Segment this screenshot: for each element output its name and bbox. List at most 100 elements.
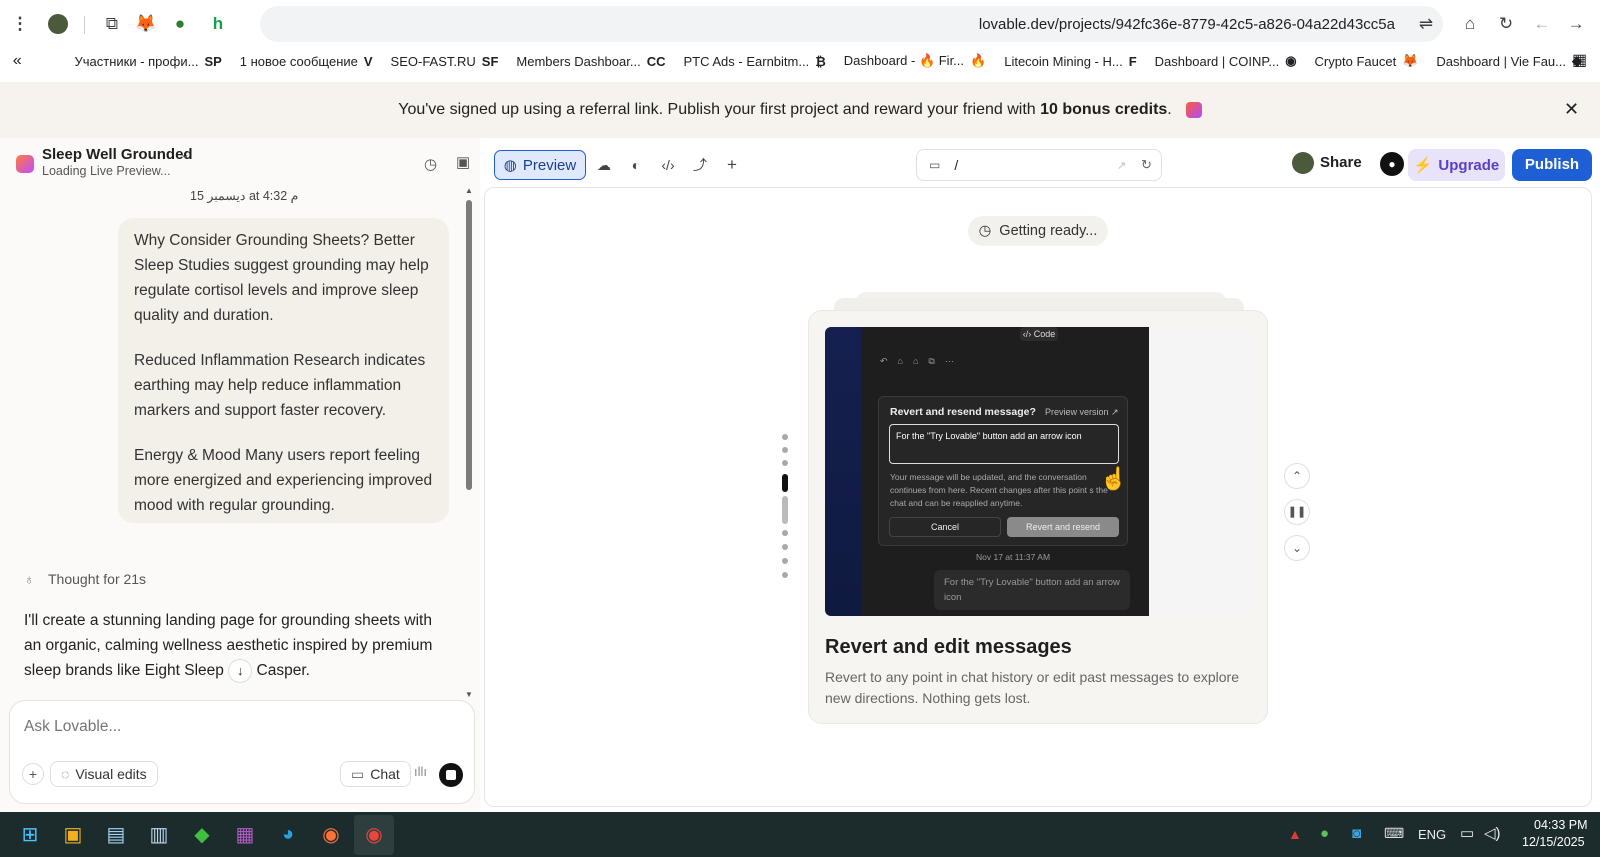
card-description: Revert to any point in chat history or e…	[825, 669, 1239, 706]
refresh-preview-icon[interactable]: ↻	[1141, 157, 1152, 173]
bookmark-item[interactable]: 1 новое сообщение V	[240, 53, 379, 69]
scroll-down-arrow-icon[interactable]: ▼	[465, 690, 473, 699]
preview-tab[interactable]: ◍ Preview	[494, 150, 586, 180]
chat-input[interactable]	[24, 715, 444, 739]
publish-button[interactable]: Publish	[1512, 149, 1592, 181]
stop-generation-button[interactable]	[439, 763, 463, 787]
bookmark-item[interactable]: Dashboard - 🔥 Fir... 🔥	[844, 53, 992, 69]
project-logo-icon	[16, 155, 34, 173]
globe-icon: ◍	[503, 157, 517, 174]
chrome-icon[interactable]: ◉	[354, 814, 394, 855]
extensions-puzzle-icon[interactable]: ⧉	[98, 10, 126, 38]
scroll-up-arrow-icon[interactable]: ▲	[465, 186, 473, 195]
bookmark-item[interactable]: Участники - профи... SP	[74, 53, 227, 69]
add-attachment-icon[interactable]: +	[22, 763, 44, 785]
home-icon[interactable]: ⌂	[1456, 10, 1484, 38]
tray-app-icon[interactable]: ◙	[1352, 825, 1361, 842]
analytics-icon[interactable]: ⤴	[685, 150, 715, 180]
code-icon[interactable]: ‹/›	[653, 150, 683, 180]
start-windows-icon[interactable]: ⊞	[10, 815, 50, 855]
cloud-icon[interactable]: ☁	[589, 150, 619, 180]
firefox-icon[interactable]: ◉	[311, 815, 351, 855]
add-tab-icon[interactable]: +	[717, 150, 747, 180]
bookmark-label: Dashboard - 🔥 Fir...	[843, 53, 965, 68]
store-icon[interactable]: ▣	[53, 815, 93, 855]
bookmark-item[interactable]: Crypto Faucet 🦊	[1315, 53, 1425, 69]
github-icon[interactable]: ●	[1380, 152, 1404, 176]
tray-acrobat-icon[interactable]: ▲	[1288, 826, 1302, 842]
project-status: Loading Live Preview...	[42, 164, 171, 178]
bookmark-label: SEO-FAST.RU	[390, 53, 476, 69]
revert-dialog: Revert and resend message? Preview versi…	[878, 396, 1128, 546]
heart-logo-icon	[1185, 102, 1202, 118]
control-panel-icon[interactable]: ▥	[139, 815, 179, 855]
language-indicator[interactable]: ENG	[1418, 827, 1446, 842]
carousel-dots[interactable]	[782, 434, 788, 584]
user-message-bubble: Why Consider Grounding Sheets? Better Sl…	[118, 218, 449, 523]
reload-icon[interactable]: ↻	[1492, 10, 1520, 38]
carousel-up-button[interactable]: ⌃	[1284, 463, 1310, 489]
sidebar-toggle-icon[interactable]: ▣	[456, 153, 470, 171]
voice-icon[interactable]: ıllı	[414, 764, 427, 779]
forward-icon[interactable]: →	[1562, 10, 1590, 38]
bookmark-favicon-icon: SF	[481, 53, 499, 69]
chat-scrollbar[interactable]	[466, 200, 472, 490]
project-name[interactable]: Sleep Well Grounded	[42, 146, 193, 163]
app-green-icon[interactable]: ◆	[182, 815, 222, 855]
winrar-icon[interactable]: ▦	[225, 815, 265, 855]
mini-actions: ↶⌂⌂⧉⋯	[880, 356, 964, 366]
bookmark-label: 1 новое сообщение	[239, 53, 358, 69]
mini-revert-button: Revert and resend	[1007, 517, 1119, 537]
bookmark-label: Участники - профи...	[74, 53, 199, 69]
bookmark-item[interactable]: Members Dashboar... CC	[516, 53, 671, 69]
clock-time[interactable]: 04:33 PM	[1534, 818, 1588, 832]
keyboard-icon[interactable]: ⌨	[1384, 825, 1404, 842]
metamask-icon[interactable]: 🦊	[132, 10, 160, 38]
bookmark-favicon-icon: F	[1128, 53, 1137, 69]
light-preview-area	[1149, 327, 1251, 616]
palette-icon[interactable]: ◐	[621, 150, 651, 180]
extension-h-icon[interactable]: h	[204, 10, 232, 38]
bookmark-favicon-icon: CC	[646, 53, 666, 69]
carousel-pause-button[interactable]: ❚❚	[1284, 499, 1310, 525]
extension-globe-icon[interactable]: ●	[166, 10, 194, 38]
network-icon[interactable]: ▭	[1460, 824, 1474, 842]
device-icon[interactable]: ▭	[929, 158, 940, 172]
close-banner-icon[interactable]: ✕	[1564, 99, 1579, 120]
dialog-input: For the "Try Lovable" button add an arro…	[889, 424, 1119, 464]
edge-icon[interactable]: ◕	[268, 815, 308, 855]
upgrade-button[interactable]: ⚡ Upgrade	[1408, 149, 1505, 181]
route-bar[interactable]: ▭ / ↗ ↻	[916, 149, 1162, 181]
extension-avatar-icon[interactable]	[44, 10, 72, 38]
collapse-sidebar-icon[interactable]: «	[0, 52, 34, 70]
clock-date[interactable]: 12/15/2025	[1522, 835, 1585, 849]
share-button[interactable]: Share	[1320, 154, 1362, 171]
tray-globe-icon[interactable]: ●	[1320, 825, 1329, 842]
all-bookmarks-icon[interactable]: ▦	[1572, 50, 1587, 70]
tune-icon[interactable]: ⇌	[1412, 10, 1440, 38]
bookmark-item[interactable]: Dashboard | COINP... ◉	[1155, 53, 1303, 69]
browser-menu-icon[interactable]: ⋮	[6, 10, 34, 38]
back-icon[interactable]: ←	[1528, 10, 1556, 38]
message-paragraph: Why Consider Grounding Sheets? Better Sl…	[134, 232, 429, 324]
history-icon[interactable]: ◷	[424, 155, 437, 173]
carousel-down-button[interactable]: ⌄	[1284, 535, 1310, 561]
scroll-to-bottom-icon[interactable]: ↓	[228, 658, 253, 683]
visual-edits-icon: ◌	[61, 766, 70, 782]
chevron-down-icon[interactable]: ⌄	[180, 147, 190, 161]
user-avatar[interactable]	[1292, 152, 1314, 174]
windows-taskbar: ⊞ ▣ ▤ ▥ ◆ ▦ ◕ ◉ ◉ ▲ ● ◙ ⌨ ENG ▭ ◁) ▭ 04:…	[0, 812, 1600, 857]
bookmark-item[interactable]: SEO-FAST.RU SF	[391, 53, 505, 69]
notepad-icon[interactable]: ▤	[96, 815, 136, 855]
bookmark-item[interactable]: Litecoin Mining - H... F	[1004, 53, 1142, 69]
bookmark-item[interactable]: Dashboard | Vie Fau... ◆	[1436, 53, 1588, 69]
divider	[84, 16, 85, 34]
address-bar[interactable]: lovable.dev/projects/942fc36e-8779-42c5-…	[260, 6, 1443, 42]
thought-label[interactable]: Thought for 21s	[48, 571, 146, 587]
browser-chrome: ⋮ ⧉ 🦊 ● h ★ ⌂ lovable.dev/projects/942fc…	[0, 0, 1600, 82]
visual-edits-button[interactable]: ◌ Visual edits	[50, 761, 158, 787]
open-external-icon[interactable]: ↗	[1117, 159, 1126, 172]
chat-mode-button[interactable]: ▭ Chat	[340, 761, 411, 787]
bookmark-item[interactable]: PTC Ads - Earnbitm... ₿	[683, 53, 831, 69]
route-path: /	[954, 157, 959, 173]
